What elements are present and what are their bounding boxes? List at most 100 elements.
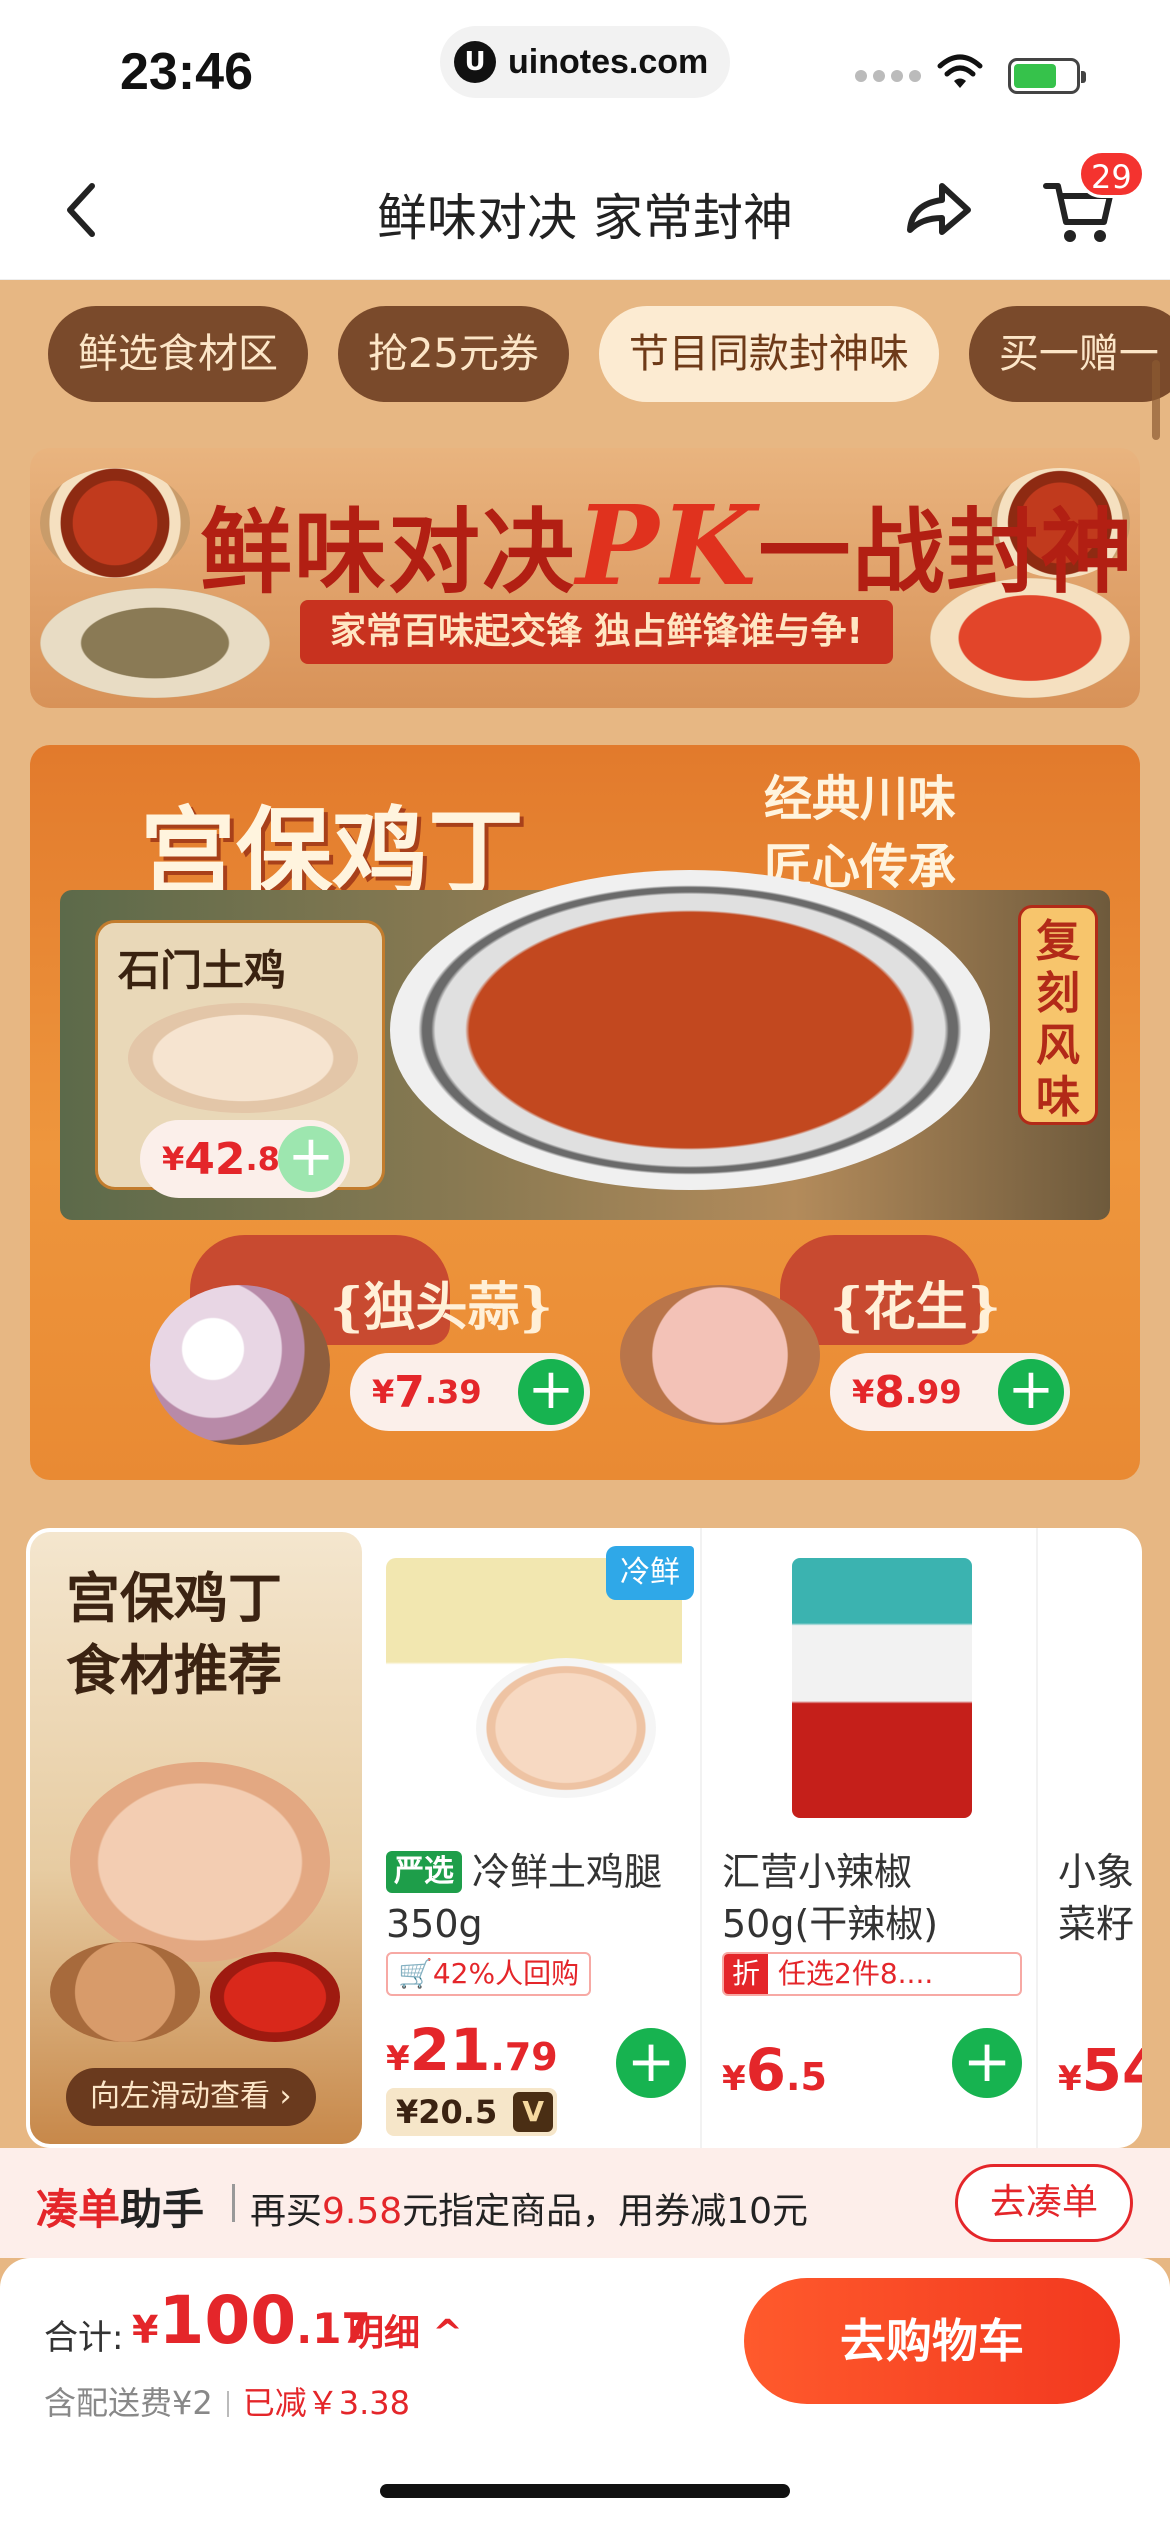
nav-bar: 鲜味对决 家常封神 (0, 140, 1170, 280)
helper-amount: 9.58 (322, 2191, 403, 2232)
helper-title-black: 助手 (120, 2185, 205, 2234)
garlic-yen: ¥ (372, 1373, 395, 1411)
product-card[interactable]: 汇营小辣椒50g(干辣椒) 折任选2件8.... ¥6.5 + (702, 1528, 1038, 2148)
share-icon (907, 183, 971, 235)
bundle-helper-bar: 凑单助手 再买9.58元指定商品，用券减10元 去凑单 (0, 2148, 1170, 2258)
product-card[interactable]: 小象菜籽 ¥54 (1038, 1528, 1142, 2148)
hero-title-a: 鲜味对决 (200, 498, 577, 606)
kungpao-dish-image (390, 870, 990, 1190)
garlic-label: {独头蒜} (330, 1277, 553, 1338)
promo-title-line1: 宫保鸡丁 (66, 1566, 282, 1630)
hero-title-b: 一战封神 (758, 498, 1135, 606)
chili-pack-image (722, 1558, 1018, 1818)
peanut-price[interactable]: ¥8.99 + (830, 1353, 1070, 1431)
discount-tag: 折任选2件8.... (722, 1952, 1022, 1996)
cold-fresh-tag: 冷鲜 (606, 1546, 694, 1600)
go-bundle-button[interactable]: 去凑单 (955, 2164, 1133, 2242)
tab-coupon[interactable]: 抢25元券 (338, 306, 569, 402)
share-button[interactable] (898, 170, 978, 250)
product-price: ¥54 (1058, 2036, 1142, 2104)
member-price-value: ¥20.5 (396, 2093, 498, 2131)
garlic-image (150, 1285, 330, 1445)
price-yen: ¥ (1058, 2059, 1082, 2099)
swipe-left-button[interactable]: 向左滑动查看 › (66, 2068, 316, 2126)
delivery-fee: 含配送费¥2 (44, 2384, 213, 2422)
discount-text: 任选2件8.... (778, 1957, 934, 1990)
home-indicator[interactable] (380, 2484, 790, 2498)
hero-title: 鲜味对决PK一战封神 (200, 478, 1134, 611)
recommend-promo-card[interactable]: 宫保鸡丁 食材推荐 向左滑动查看 › (30, 1532, 362, 2144)
chicken-label: 石门土鸡 (118, 946, 287, 995)
kungpao-panel[interactable]: 宫保鸡丁 经典川味 匠心传承 复刻风味 石门土鸡 ¥42.8 + {独头蒜} ¥… (30, 745, 1140, 1480)
price-yen: ¥ (386, 2039, 410, 2079)
member-price: ¥20.5 V (386, 2088, 558, 2136)
hero-banner[interactable]: 鲜味对决PK一战封神 家常百味起交锋 独占鲜锋谁与争! (30, 448, 1140, 708)
tab-show-flavors[interactable]: 节目同款封神味 (598, 306, 939, 402)
product-card[interactable]: 冷鲜 严选 冷鲜土鸡腿350g 🛒42%人回购 ¥21.79 ¥20.5 V + (366, 1528, 702, 2148)
add-to-cart-button[interactable]: + (616, 2028, 686, 2098)
chicken-price[interactable]: ¥42.8 + (140, 1120, 350, 1198)
price-yen: ¥ (722, 2059, 746, 2099)
product-price: ¥21.79 (386, 2016, 558, 2084)
total-yen: ¥ (132, 2308, 159, 2352)
helper-title: 凑单助手 (36, 2176, 204, 2237)
slogan-line1: 经典川味 (763, 771, 956, 827)
tab-buy-one-get-one[interactable]: 买一赠一 (968, 306, 1170, 402)
product-name: 小象菜籽 (1058, 1850, 1135, 1946)
add-chicken-button[interactable]: + (278, 1126, 344, 1192)
garlic-price-dec: .39 (424, 1373, 482, 1411)
category-tabs: 鲜选食材区 抢25元券 节目同款封神味 买一赠一 (48, 306, 1170, 402)
replica-flavor-badge: 复刻风味 (1018, 905, 1098, 1125)
helper-text-b: 元指定商品，用券减10元 (402, 2191, 808, 2232)
promo-chili-image (210, 1952, 340, 2042)
chicken-price-int: 42 (184, 1133, 246, 1185)
promo-peanut-image (50, 1942, 200, 2042)
hero-subtitle: 家常百味起交锋 独占鲜锋谁与争! (300, 600, 893, 664)
go-to-cart-button[interactable]: 去购物车 (744, 2278, 1120, 2404)
garlic-price[interactable]: ¥7.39 + (350, 1353, 590, 1431)
product-price: ¥6.5 (722, 2036, 827, 2104)
signal-icon (855, 70, 921, 82)
cart-count-badge: 29 (1078, 150, 1145, 198)
garlic-price-int: 7 (394, 1366, 425, 1418)
peanut-price-dec: .99 (904, 1373, 962, 1411)
promo-title-line2: 食材推荐 (66, 1638, 282, 1702)
price-int: 54 (1081, 2036, 1142, 2104)
site-logo-icon: U (454, 41, 496, 83)
price-dec: .79 (490, 2035, 558, 2079)
add-garlic-button[interactable]: + (518, 1359, 584, 1425)
price-dec: .5 (786, 2055, 827, 2099)
total-amount: ¥100.17 (132, 2282, 371, 2359)
url-pill[interactable]: U uinotes.com (440, 26, 730, 98)
chicken-price-dec: .8 (245, 1140, 280, 1178)
helper-text-a: 再买 (250, 2191, 323, 2232)
helper-title-red: 凑单 (36, 2185, 121, 2234)
total-int: 100 (158, 2282, 297, 2359)
product-carousel[interactable]: 宫保鸡丁 食材推荐 向左滑动查看 › 冷鲜 严选 冷鲜土鸡腿350g 🛒42%人回… (26, 1528, 1142, 2148)
scrollbar[interactable] (1152, 360, 1160, 440)
saved-amount: 已减￥3.38 (242, 2384, 410, 2422)
peanut-label: {花生} (830, 1277, 1001, 1338)
add-to-cart-button[interactable]: + (952, 2028, 1022, 2098)
helper-text: 再买9.58元指定商品，用券减10元 (250, 2182, 808, 2234)
price-int: 6 (745, 2036, 787, 2104)
chicken-yen: ¥ (162, 1140, 185, 1178)
promo-chicken-image (70, 1762, 330, 1962)
fee-info: 含配送费¥2 已减￥3.38 (44, 2378, 410, 2424)
battery-icon (1008, 58, 1086, 94)
member-v-icon: V (513, 2092, 554, 2132)
status-bar: 23:46 U uinotes.com (0, 0, 1170, 140)
peanut-price-int: 8 (874, 1366, 905, 1418)
product-name: 汇营小辣椒50g(干辣椒) (722, 1850, 939, 1946)
total-label: 合计: (44, 2318, 124, 2358)
repurchase-tag: 🛒42%人回购 (386, 1952, 592, 1996)
tab-fresh-ingredients[interactable]: 鲜选食材区 (48, 306, 308, 402)
add-peanut-button[interactable]: + (998, 1359, 1064, 1425)
hero-title-pk: PK (576, 481, 759, 610)
brand-badge: 严选 (386, 1851, 462, 1893)
promo-title: 宫保鸡丁 食材推荐 (66, 1562, 282, 1706)
wifi-icon (937, 54, 983, 88)
chicken-image (128, 1003, 358, 1113)
page-title: 鲜味对决 家常封神 (377, 189, 793, 247)
details-toggle[interactable]: 明细 ^ (348, 2304, 463, 2356)
